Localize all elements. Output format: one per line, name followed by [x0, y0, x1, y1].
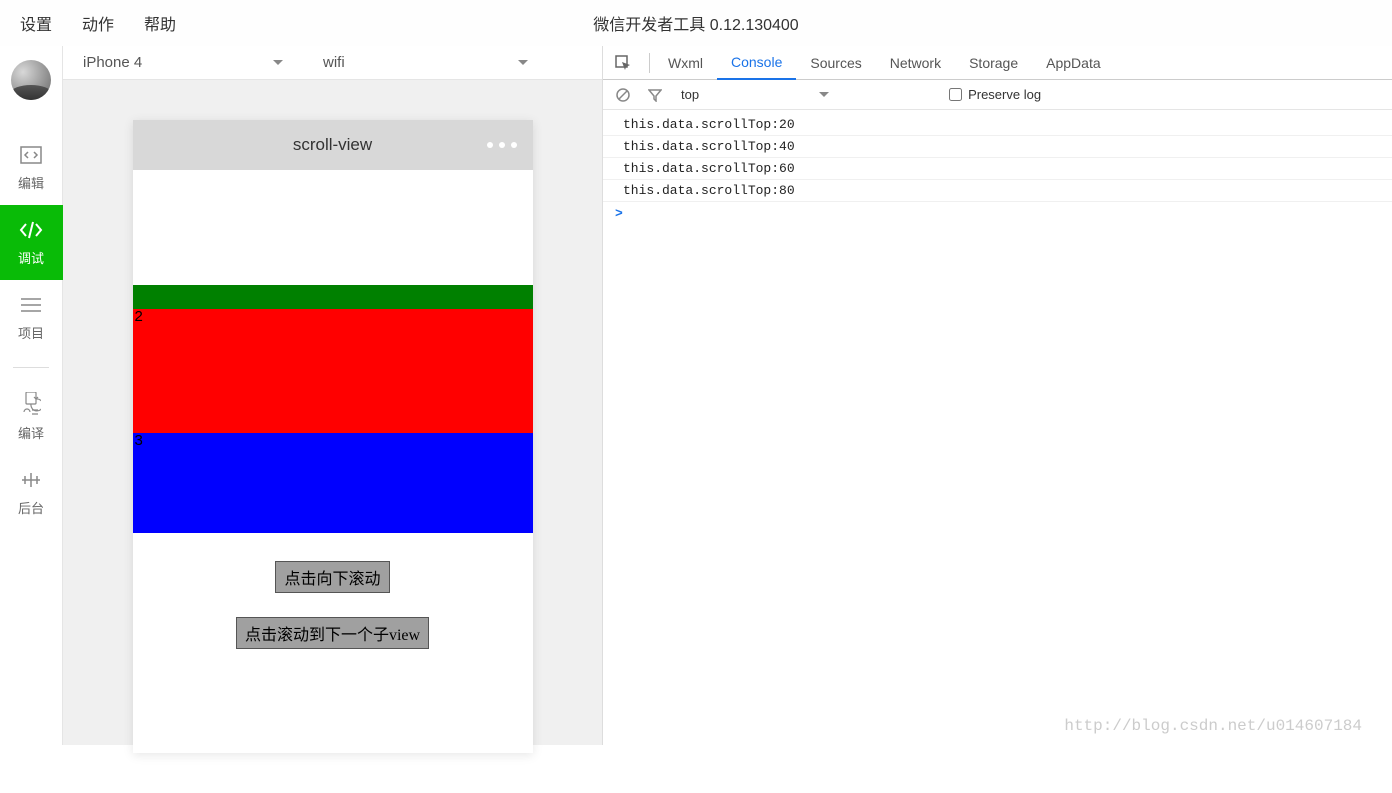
console-line: this.data.scrollTop:60 — [603, 158, 1392, 180]
console-context-select[interactable]: top — [681, 87, 829, 102]
tab-network[interactable]: Network — [876, 46, 955, 79]
simulator-panel: iPhone 4 wifi scroll-view 2 — [63, 46, 603, 745]
scroll-down-button[interactable]: 点击向下滚动 — [275, 561, 389, 593]
caret-down-icon — [273, 60, 283, 65]
clear-console-icon[interactable] — [613, 85, 633, 105]
inspector-icon[interactable] — [611, 51, 635, 75]
console-prompt[interactable]: > — [603, 202, 1392, 225]
devtools-panel: Wxml Console Sources Network Storage App… — [603, 46, 1392, 745]
sidebar-project[interactable]: 项目 — [0, 280, 63, 355]
device-bar: iPhone 4 wifi — [63, 46, 602, 80]
sidebar-edit-label: 编辑 — [18, 173, 44, 192]
top-menu: 设置 动作 帮助 微信开发者工具 0.12.130400 — [0, 0, 1392, 46]
app-title: 微信开发者工具 0.12.130400 — [496, 11, 896, 35]
phone-frame: scroll-view 2 3 点击向下滚动 点击滚动到下一个子view — [133, 120, 533, 753]
scroll-block-2[interactable]: 2 — [133, 309, 533, 433]
tab-storage[interactable]: Storage — [955, 46, 1032, 79]
console-context-label: top — [681, 87, 699, 102]
simulator-canvas: scroll-view 2 3 点击向下滚动 点击滚动到下一个子view — [63, 80, 602, 793]
scroll-block-1[interactable] — [133, 285, 533, 309]
network-label: wifi — [323, 54, 345, 71]
menu-settings[interactable]: 设置 — [20, 11, 52, 35]
sidebar-background[interactable]: 后台 — [0, 455, 63, 530]
tab-console[interactable]: Console — [717, 47, 796, 80]
console-line: this.data.scrollTop:40 — [603, 136, 1392, 158]
tab-divider — [649, 53, 650, 73]
sidebar-compile[interactable]: 编译 — [0, 380, 63, 455]
main-content: 编辑 调试 项目 — [0, 46, 1392, 745]
code-box-icon — [19, 143, 43, 167]
network-select[interactable]: wifi — [303, 46, 548, 79]
watermark: http://blog.csdn.net/u014607184 — [1064, 717, 1362, 735]
sidebar-edit[interactable]: 编辑 — [0, 130, 63, 205]
menu-help[interactable]: 帮助 — [144, 11, 176, 35]
console-line: this.data.scrollTop:80 — [603, 180, 1392, 202]
filter-icon[interactable] — [645, 85, 665, 105]
tab-wxml[interactable]: Wxml — [654, 46, 717, 79]
console-toolbar: top Preserve log — [603, 80, 1392, 110]
preserve-log-label: Preserve log — [968, 87, 1041, 102]
menu-actions[interactable]: 动作 — [82, 11, 114, 35]
left-sidebar: 编辑 调试 项目 — [0, 46, 63, 745]
phone-spacer — [133, 170, 533, 285]
device-select[interactable]: iPhone 4 — [63, 46, 303, 79]
code-icon — [19, 218, 43, 242]
sidebar-background-label: 后台 — [18, 498, 44, 517]
console-line: this.data.scrollTop:20 — [603, 114, 1392, 136]
preserve-log-input[interactable] — [949, 88, 962, 101]
phone-header: scroll-view — [133, 120, 533, 170]
phone-buttons: 点击向下滚动 点击滚动到下一个子view — [133, 533, 533, 753]
phone-body: 2 3 点击向下滚动 点击滚动到下一个子view — [133, 170, 533, 753]
scroll-next-button[interactable]: 点击滚动到下一个子view — [236, 617, 429, 649]
background-icon — [19, 468, 43, 492]
sidebar-compile-label: 编译 — [18, 423, 44, 442]
devtools-tabs: Wxml Console Sources Network Storage App… — [603, 46, 1392, 80]
caret-down-icon — [518, 60, 528, 65]
sidebar-debug-label: 调试 — [18, 248, 44, 267]
console-body[interactable]: this.data.scrollTop:20 this.data.scrollT… — [603, 110, 1392, 745]
device-label: iPhone 4 — [83, 54, 142, 71]
tab-sources[interactable]: Sources — [796, 46, 875, 79]
sidebar-project-label: 项目 — [18, 323, 44, 342]
phone-title: scroll-view — [293, 135, 372, 155]
sidebar-divider — [13, 367, 49, 368]
tab-appdata[interactable]: AppData — [1032, 46, 1114, 79]
menu-lines-icon — [19, 293, 43, 317]
avatar[interactable] — [11, 60, 51, 100]
compile-icon — [19, 393, 43, 417]
caret-down-icon — [819, 92, 829, 97]
scroll-block-3[interactable]: 3 — [133, 433, 533, 533]
preserve-log-checkbox[interactable]: Preserve log — [949, 87, 1041, 102]
sidebar-debug[interactable]: 调试 — [0, 205, 63, 280]
more-dots-icon[interactable] — [487, 142, 517, 148]
